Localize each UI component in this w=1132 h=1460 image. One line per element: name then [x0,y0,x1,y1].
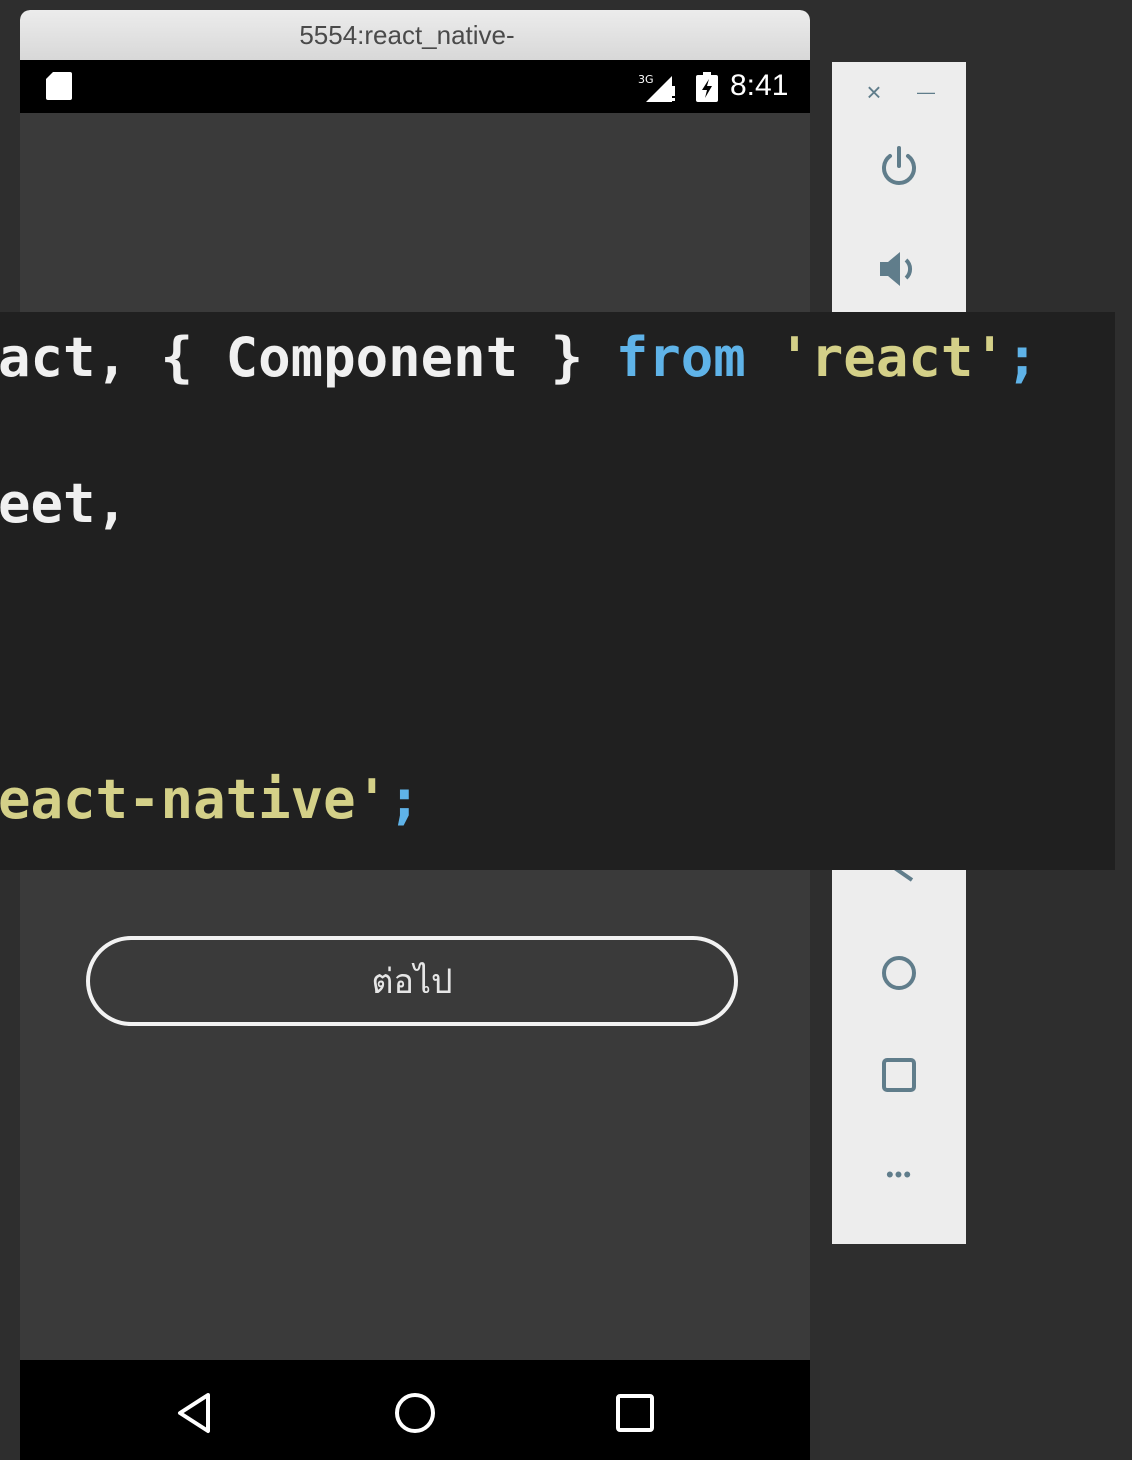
code-react-native-string: eact-native' [0,768,389,831]
code-line-1: act, { Component } from 'react'; [0,326,1038,389]
signal-3g-icon: 3G [638,73,675,102]
home-button-icon[interactable] [878,952,920,994]
code-snippet-overlay: act, { Component } from 'react'; eet, ea… [0,312,1115,870]
code-semicolon: ; [1005,326,1039,389]
android-status-bar: 3G 8:41 [20,60,810,113]
code-line-2: eet, [0,472,129,535]
desktop: 5554:react_native- 3G 8:41 ต่อไป × — •••… [0,0,1132,1460]
back-icon[interactable] [172,1390,218,1436]
code-import-text: act, { Component } [0,326,616,389]
overview-button-icon[interactable] [880,1056,918,1094]
code-semicolon-2: ; [388,768,421,831]
code-from-keyword: from [615,326,746,389]
code-react-string: 'react' [778,326,1006,389]
status-clock: 8:41 [730,69,789,102]
sd-card-icon [46,72,72,100]
battery-charging-icon [696,72,718,102]
close-button[interactable]: × [858,76,890,108]
android-nav-bar [20,1360,810,1460]
recents-icon[interactable] [612,1390,658,1436]
minimize-button[interactable]: — [910,76,942,108]
code-line-3: eact-native'; [0,768,421,831]
window-title: 5554:react_native- [299,19,515,50]
volume-up-icon[interactable] [876,246,922,292]
next-button[interactable]: ต่อไป [86,936,738,1026]
svg-text:3G: 3G [638,73,654,86]
power-icon[interactable] [876,144,922,190]
more-options-button[interactable]: ••• [866,1158,932,1192]
home-icon[interactable] [392,1390,438,1436]
window-titlebar[interactable]: 5554:react_native- [20,10,810,60]
